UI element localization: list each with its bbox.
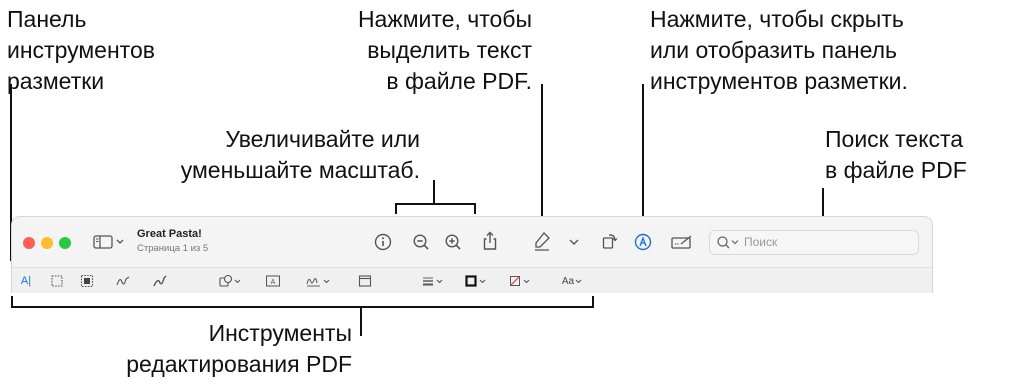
shapes-tool[interactable]	[218, 272, 244, 290]
sketch-icon	[116, 276, 130, 286]
form-filling-icon	[671, 235, 692, 249]
zoom-in-button[interactable]	[443, 232, 463, 252]
chevron-down-icon	[575, 279, 582, 284]
preview-window: Great Pasta! Страница 1 из 5 Поиск A| A …	[11, 216, 933, 293]
markup-toggle-button[interactable]	[633, 232, 653, 252]
title-bar: Great Pasta! Страница 1 из 5 Поиск	[12, 217, 932, 267]
zoom-bracket-stem	[433, 180, 435, 205]
close-button[interactable]	[23, 237, 35, 249]
callout-highlight: Нажмите, чтобы выделить текст в файле PD…	[357, 6, 532, 94]
rotate-button[interactable]	[600, 231, 620, 251]
text-box-tool[interactable]: A	[264, 272, 282, 290]
sidebar-icon	[93, 235, 124, 249]
form-filling-button[interactable]	[670, 232, 694, 252]
zoom-out-icon	[413, 234, 429, 250]
svg-text:A: A	[271, 279, 276, 286]
border-color-icon	[465, 275, 486, 287]
search-placeholder: Поиск	[744, 235, 778, 249]
zoom-window-button[interactable]	[59, 237, 71, 249]
callout-toggle-markup: Нажмите, чтобы скрыть или отобразить пан…	[650, 6, 908, 94]
highlight-options-button[interactable]	[567, 235, 581, 249]
search-field[interactable]: Поиск	[709, 230, 919, 255]
text-selection-icon: A|	[20, 275, 32, 287]
callout-edit-tools: Инструменты редактирования PDF	[126, 320, 352, 377]
edit-bracket-bar	[11, 306, 594, 308]
edit-bracket-right	[592, 296, 594, 308]
document-title: Great Pasta!	[137, 228, 202, 240]
sign-tool[interactable]	[305, 272, 333, 290]
text-style-tool[interactable]: Aa	[558, 272, 588, 290]
shapes-icon	[219, 274, 241, 287]
callout-zoom: Увеличивайте или уменьшайте масштаб.	[180, 126, 420, 183]
signature-icon	[306, 278, 330, 287]
shape-style-icon	[423, 277, 443, 286]
edit-bracket-stem	[360, 306, 362, 336]
search-icon	[717, 236, 739, 249]
page-indicator: Страница 1 из 5	[137, 243, 209, 254]
note-icon	[358, 275, 372, 287]
shape-style-tool[interactable]	[420, 272, 446, 290]
edit-bracket-left	[11, 296, 13, 308]
zoom-out-button[interactable]	[411, 232, 431, 252]
text-selection-tool[interactable]: A|	[17, 272, 35, 290]
rect-selection-tool[interactable]	[48, 272, 66, 290]
zoom-bracket-bar	[395, 203, 476, 205]
sidebar-toggle-button[interactable]	[92, 233, 128, 251]
info-button[interactable]	[373, 232, 393, 252]
share-button[interactable]	[480, 230, 500, 252]
chevron-down-icon	[569, 239, 579, 245]
text-style-icon: Aa	[561, 275, 575, 287]
text-box-icon: A	[266, 275, 280, 287]
share-icon	[483, 231, 497, 250]
highlighter-icon	[535, 232, 550, 251]
fill-color-icon	[510, 276, 530, 286]
rect-selection-icon	[51, 275, 63, 287]
callout-search: Поиск текста в файле PDF	[825, 126, 967, 183]
leader-toggle	[642, 84, 644, 222]
rotate-icon	[602, 234, 618, 249]
fill-color-tool[interactable]	[508, 272, 534, 290]
markup-toolbar: A| A Aa	[12, 267, 932, 293]
redact-tool[interactable]	[78, 272, 96, 290]
highlight-button[interactable]	[531, 230, 553, 252]
border-color-tool[interactable]	[464, 272, 490, 290]
leader-highlight	[541, 84, 543, 222]
info-icon	[374, 233, 392, 251]
zoom-bracket-left	[395, 203, 397, 214]
minimize-button[interactable]	[41, 237, 53, 249]
note-tool[interactable]	[356, 272, 374, 290]
redact-icon	[80, 274, 94, 288]
zoom-in-icon	[445, 234, 461, 250]
zoom-bracket-right	[474, 203, 476, 214]
draw-tool[interactable]	[151, 272, 169, 290]
markup-icon	[634, 233, 652, 251]
draw-icon	[153, 275, 167, 287]
callout-markup-panel: Панель инструментов разметки	[7, 6, 155, 94]
sketch-tool[interactable]	[114, 272, 132, 290]
